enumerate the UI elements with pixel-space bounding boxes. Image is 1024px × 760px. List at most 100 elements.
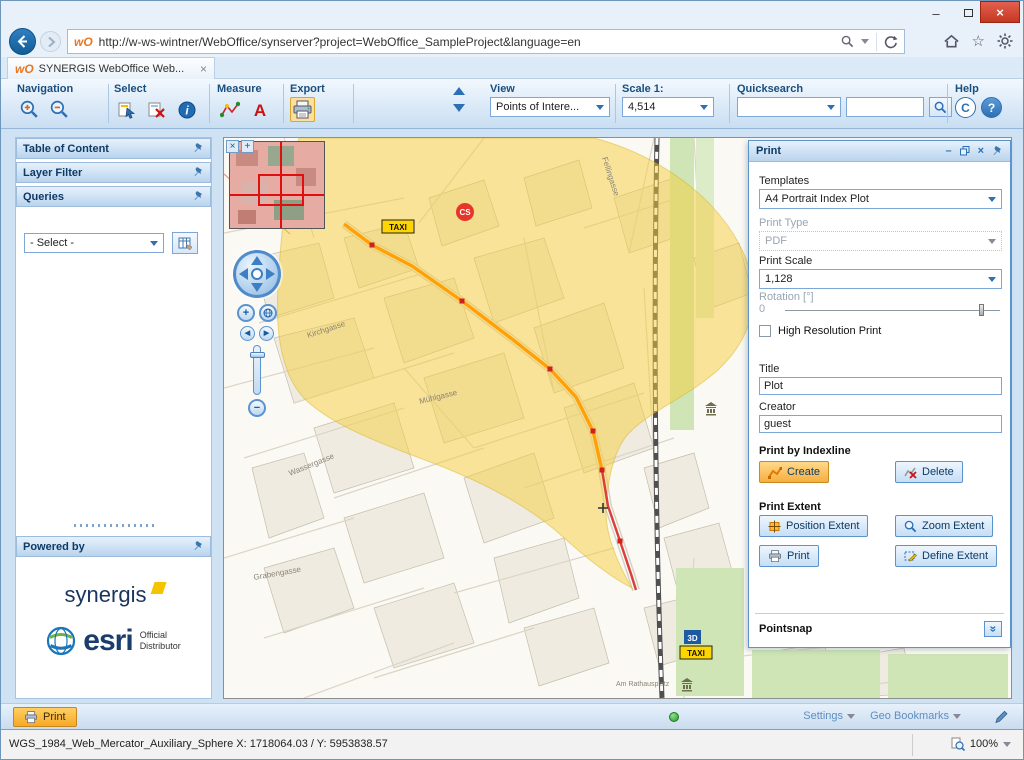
clear-selection-tool[interactable] (144, 97, 169, 122)
pan-east-icon[interactable] (266, 268, 275, 280)
templates-select[interactable]: A4 Portrait Index Plot (759, 189, 1002, 209)
print-scale-select[interactable]: 1,128 (759, 269, 1002, 289)
zoom-extent-button[interactable]: Zoom Extent (895, 515, 993, 537)
zoom-in-icon (19, 99, 40, 120)
minimize-panel-icon[interactable]: – (945, 145, 951, 157)
forward-button[interactable] (40, 31, 61, 52)
rotation-slider-track[interactable] (785, 310, 1000, 311)
title-input[interactable] (759, 377, 1002, 395)
create-indexline-button[interactable]: Create (759, 461, 829, 483)
sidebar-splitter[interactable] (16, 522, 211, 528)
favorites-star-icon[interactable]: ☆ (972, 32, 985, 50)
add-text-tool[interactable]: A (247, 97, 272, 122)
search-icon[interactable] (841, 35, 854, 48)
gear-icon[interactable] (997, 33, 1013, 49)
zoom-in-button[interactable]: + (237, 304, 255, 322)
address-bar[interactable]: wO http://w-ws-wintner/WebOffice/synserv… (67, 29, 905, 54)
edit-tool-button[interactable] (994, 709, 1009, 729)
restore-panel-icon[interactable] (960, 146, 970, 156)
quicksearch-button[interactable] (929, 97, 952, 117)
printer-icon (292, 100, 313, 120)
print-panel-header[interactable]: Print – × (749, 141, 1010, 162)
creator-input[interactable] (759, 415, 1002, 433)
overview-map[interactable] (229, 141, 325, 229)
browser-tab[interactable]: wO SYNERGIS WebOffice Web... × (7, 57, 215, 79)
title-label: Title (759, 363, 779, 375)
table-of-content-panel-header[interactable]: Table of Content (16, 138, 211, 159)
delete-indexline-button[interactable]: Delete (895, 461, 963, 483)
position-extent-button[interactable]: Position Extent (759, 515, 868, 537)
synergis-diamond-icon (151, 582, 167, 594)
overview-close-icon[interactable]: × (226, 140, 239, 153)
scroll-down-icon[interactable] (453, 104, 465, 112)
queries-panel-header[interactable]: Queries (16, 186, 211, 207)
close-panel-icon[interactable]: × (978, 145, 984, 157)
pin-icon[interactable] (193, 143, 204, 154)
contact-button[interactable]: C (955, 97, 976, 118)
help-button[interactable]: ? (981, 97, 1002, 118)
define-extent-button[interactable]: Define Extent (895, 545, 997, 567)
pan-compass[interactable] (233, 250, 281, 298)
pin-icon[interactable] (193, 541, 204, 552)
zoom-in-tool[interactable] (17, 97, 42, 122)
pan-center-icon[interactable] (251, 268, 263, 280)
text-a-icon: A (250, 100, 270, 120)
settings-menu[interactable]: Settings (803, 710, 855, 722)
full-extent-button[interactable] (259, 304, 277, 322)
view-select[interactable]: Points of Intere... (490, 97, 610, 117)
layer-filter-panel-header[interactable]: Layer Filter (16, 162, 211, 183)
next-extent-button[interactable]: ▶ (259, 326, 274, 341)
panel-title: Queries (23, 191, 64, 203)
back-button[interactable] (9, 28, 36, 55)
zoom-level-icon (951, 737, 965, 751)
pin-icon[interactable] (193, 191, 204, 202)
zoom-slider[interactable] (253, 345, 261, 395)
high-resolution-checkbox[interactable] (759, 325, 771, 337)
scale-select[interactable]: 4,514 (622, 97, 714, 117)
window-maximize-button[interactable] (953, 3, 983, 23)
quicksearch-input[interactable] (846, 97, 924, 117)
pan-south-icon[interactable] (251, 283, 263, 292)
pan-west-icon[interactable] (239, 268, 248, 280)
map-viewport[interactable]: TAXI CS 3D TAXI Fellingasse Kir (223, 137, 1012, 699)
app-toolbar: Navigation Select i Measure A E (1, 79, 1023, 129)
rotation-slider-handle[interactable] (979, 304, 984, 316)
refresh-icon[interactable] (884, 35, 898, 49)
url-text[interactable]: http://w-ws-wintner/WebOffice/synserver?… (99, 35, 835, 49)
scroll-up-icon[interactable] (453, 87, 465, 95)
pin-icon[interactable] (193, 167, 204, 178)
powered-by-panel-header[interactable]: Powered by (16, 536, 211, 557)
toolbar-separator (283, 84, 284, 123)
quicksearch-select[interactable] (737, 97, 841, 117)
svg-text:CS: CS (459, 208, 471, 217)
geo-bookmarks-menu[interactable]: Geo Bookmarks (870, 710, 961, 722)
pan-north-icon[interactable] (251, 256, 263, 265)
overview-move-icon[interactable]: + (241, 140, 254, 153)
overview-texture (238, 210, 256, 224)
zoom-slider-handle[interactable] (250, 352, 265, 358)
previous-extent-button[interactable]: ◀ (240, 326, 255, 341)
identify-tool[interactable]: i (174, 97, 199, 122)
window-titlebar[interactable]: – × (1, 1, 1023, 27)
window-minimize-button[interactable]: – (921, 3, 951, 23)
measure-tool[interactable] (217, 97, 242, 122)
query-select[interactable]: - Select - (24, 233, 164, 253)
zoom-out-tool[interactable] (47, 97, 72, 122)
zoom-out-button[interactable]: − (248, 399, 266, 417)
panel-divider (755, 613, 1004, 614)
zoom-control[interactable]: 100% (951, 737, 1011, 751)
print-button[interactable]: Print (759, 545, 819, 567)
select-features-tool[interactable] (114, 97, 139, 122)
pointsnap-expand-button[interactable]: » (984, 621, 1002, 637)
toolbar-group-navigation: Navigation (17, 83, 73, 122)
print-tool[interactable] (290, 97, 315, 122)
query-table-button[interactable] (172, 232, 198, 254)
print-task-button[interactable]: Print (13, 707, 77, 727)
search-dropdown-icon[interactable] (861, 39, 869, 44)
create-icon (768, 466, 782, 479)
window-close-button[interactable]: × (980, 1, 1020, 23)
tab-close-icon[interactable]: × (200, 62, 207, 76)
pin-icon[interactable] (992, 146, 1003, 157)
print-scale-label: Print Scale (759, 255, 812, 267)
home-icon[interactable] (943, 33, 960, 49)
